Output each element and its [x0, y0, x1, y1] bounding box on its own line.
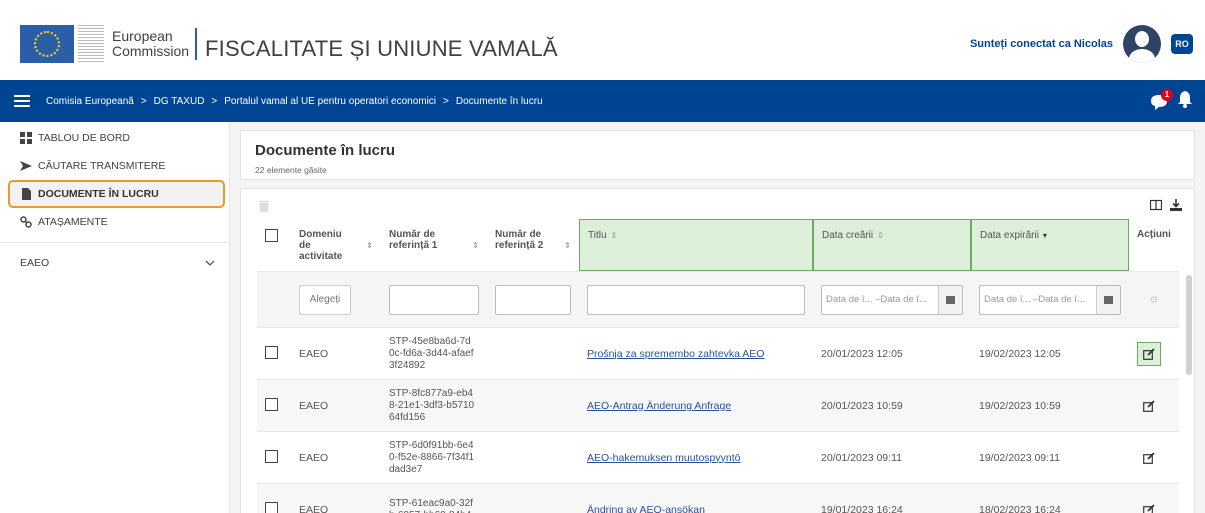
- edit-icon: [1143, 399, 1155, 412]
- sidebar-item-documents[interactable]: DOCUMENTE ÎN LUCRU: [8, 180, 225, 208]
- dashboard-icon: [20, 132, 32, 144]
- row-checkbox[interactable]: [265, 397, 278, 411]
- breadcrumb-item-ec[interactable]: Comisia Europeană: [46, 96, 134, 107]
- table-row[interactable]: EAEO STP-61eac9a0-32fb-6957-bb60-84b4 Än…: [257, 483, 1179, 513]
- domain-filter-select[interactable]: Alegeți: [299, 284, 351, 315]
- org-line2: Commission: [112, 43, 190, 59]
- calendar-icon[interactable]: [1096, 285, 1120, 314]
- table-card: Domeniu de activitate ⇕ Număr de referinț…: [240, 188, 1195, 513]
- table-row[interactable]: EAEO STP-45e8ba6d-7d 0c-fd6a-3d44-afaef 3f…: [257, 327, 1179, 379]
- document-title-link[interactable]: Prošnja za spremembo zahtevka AEO: [587, 348, 764, 360]
- sidebar-item-dashboard[interactable]: TABLOU DE BORD: [0, 124, 229, 152]
- columns-icon[interactable]: [1150, 199, 1162, 211]
- download-icon[interactable]: [1170, 199, 1182, 211]
- reset-filter-icon[interactable]: ⚙: [1149, 295, 1158, 306]
- breadcrumb-item-portal[interactable]: Portalul vamal al UE pentru operatori ec…: [224, 96, 436, 107]
- sort-icon: ⇕: [610, 231, 618, 240]
- trash-icon[interactable]: [259, 199, 269, 212]
- bell-icon[interactable]: [1177, 90, 1193, 113]
- page-title: Documente în lucru: [255, 142, 396, 159]
- language-button[interactable]: RO: [1171, 34, 1193, 54]
- notification-badge: 1: [1161, 88, 1173, 101]
- user-area: Sunteți conectat ca Nicolas RO: [970, 25, 1193, 63]
- calendar-icon[interactable]: [938, 285, 962, 314]
- link-icon: [20, 216, 32, 228]
- chevron-down-icon: [205, 260, 215, 266]
- breadcrumb-item-current: Documente în lucru: [455, 95, 543, 107]
- sort-desc-icon: ▾: [1042, 231, 1047, 240]
- document-icon: [22, 188, 31, 200]
- menu-icon[interactable]: [14, 95, 30, 107]
- user-login-text[interactable]: Sunteți conectat ca Nicolas: [970, 38, 1113, 50]
- documents-table: Domeniu de activitate ⇕ Număr de referinț…: [257, 219, 1179, 513]
- site-header: European Commission FISCALITATE ȘI UNIUN…: [0, 0, 1205, 80]
- site-title: FISCALITATE ȘI UNIUNE VAMALĂ: [205, 36, 558, 61]
- document-title-link[interactable]: AEO-Antrag Änderung Anfrage: [587, 400, 731, 412]
- column-header-expires[interactable]: Data expirării ▾: [971, 219, 1129, 271]
- column-header-created[interactable]: Data creării ⇕: [813, 219, 971, 271]
- navbar: Comisia Europeană > DG TAXUD > Portalul …: [0, 80, 1205, 122]
- breadcrumb-separator: >: [443, 95, 449, 107]
- breadcrumb-item-taxud[interactable]: DG TAXUD: [154, 96, 205, 107]
- send-icon: [20, 161, 32, 171]
- sort-icon: ⇕: [366, 241, 373, 250]
- document-title-link[interactable]: AEO-hakemuksen muutospyyntö: [587, 452, 741, 464]
- table-scrollbar[interactable]: [1186, 275, 1192, 375]
- edit-button[interactable]: [1137, 446, 1161, 470]
- breadcrumb-separator: >: [211, 95, 218, 107]
- row-checkbox[interactable]: [265, 449, 278, 463]
- result-count: 22 elemente găsite: [255, 165, 327, 175]
- select-all-checkbox[interactable]: [265, 229, 278, 242]
- title-filter-input[interactable]: [587, 284, 805, 315]
- column-header-domain[interactable]: Domeniu de activitate ⇕: [291, 219, 381, 271]
- page-header-card: Documente în lucru 22 elemente găsite: [240, 130, 1195, 180]
- column-header-actions: Acțiuni: [1137, 229, 1171, 240]
- sort-icon: ⇕: [564, 241, 571, 250]
- sidebar-item-attachments[interactable]: ATAȘAMENTE: [0, 208, 229, 236]
- breadcrumb-separator: >: [140, 95, 147, 107]
- column-header-ref1[interactable]: Număr de referință 1 ⇕: [381, 219, 487, 271]
- sort-icon: ⇕: [472, 241, 479, 250]
- ref2-filter-input[interactable]: [495, 284, 571, 315]
- filter-row: Alegeți Data de î... –Data de î... Data …: [257, 271, 1179, 327]
- eu-flag-icon: [20, 25, 74, 63]
- edit-button[interactable]: [1137, 341, 1161, 366]
- table-row[interactable]: EAEO STP-6d0f91bb-6e4 0-f52e-8866-7f34f1 d…: [257, 431, 1179, 483]
- main-content: Documente în lucru 22 elemente găsite Do…: [230, 122, 1205, 513]
- edit-button[interactable]: [1137, 498, 1161, 513]
- edit-button[interactable]: [1137, 394, 1161, 418]
- sidebar-group-eaeo[interactable]: EAEO: [0, 249, 229, 277]
- column-header-ref2[interactable]: Număr de referință 2 ⇕: [487, 219, 579, 271]
- org-line1: European: [112, 28, 173, 44]
- row-checkbox[interactable]: [265, 345, 278, 359]
- column-header-title[interactable]: Titlu ⇕: [579, 219, 813, 271]
- created-date-filter[interactable]: Data de î... –Data de î...: [821, 284, 963, 315]
- ec-logo[interactable]: European Commission FISCALITATE ȘI UNIUN…: [20, 25, 558, 63]
- messages-icon[interactable]: 1: [1149, 88, 1173, 111]
- sidebar-item-search-submission[interactable]: CĂUTARE TRANSMITERE: [0, 152, 229, 180]
- row-checkbox[interactable]: [265, 501, 278, 513]
- edit-icon: [1143, 503, 1155, 513]
- sidebar: TABLOU DE BORD CĂUTARE TRANSMITERE DOCUM…: [0, 122, 230, 513]
- breadcrumb: Comisia Europeană > DG TAXUD > Portalul …: [46, 96, 543, 107]
- expires-date-filter[interactable]: Data de î... –Data de î...: [979, 284, 1121, 315]
- ref1-filter-input[interactable]: [389, 284, 479, 315]
- sort-icon: ⇕: [877, 231, 884, 240]
- edit-icon: [1143, 451, 1155, 464]
- document-title-link[interactable]: Ändring av AEO-ansökan: [587, 504, 705, 513]
- table-row[interactable]: EAEO STP-8fc877a9-eb4 8-21e1-3df3-b5710 64…: [257, 379, 1179, 431]
- avatar[interactable]: [1123, 25, 1161, 63]
- edit-icon: [1143, 347, 1155, 360]
